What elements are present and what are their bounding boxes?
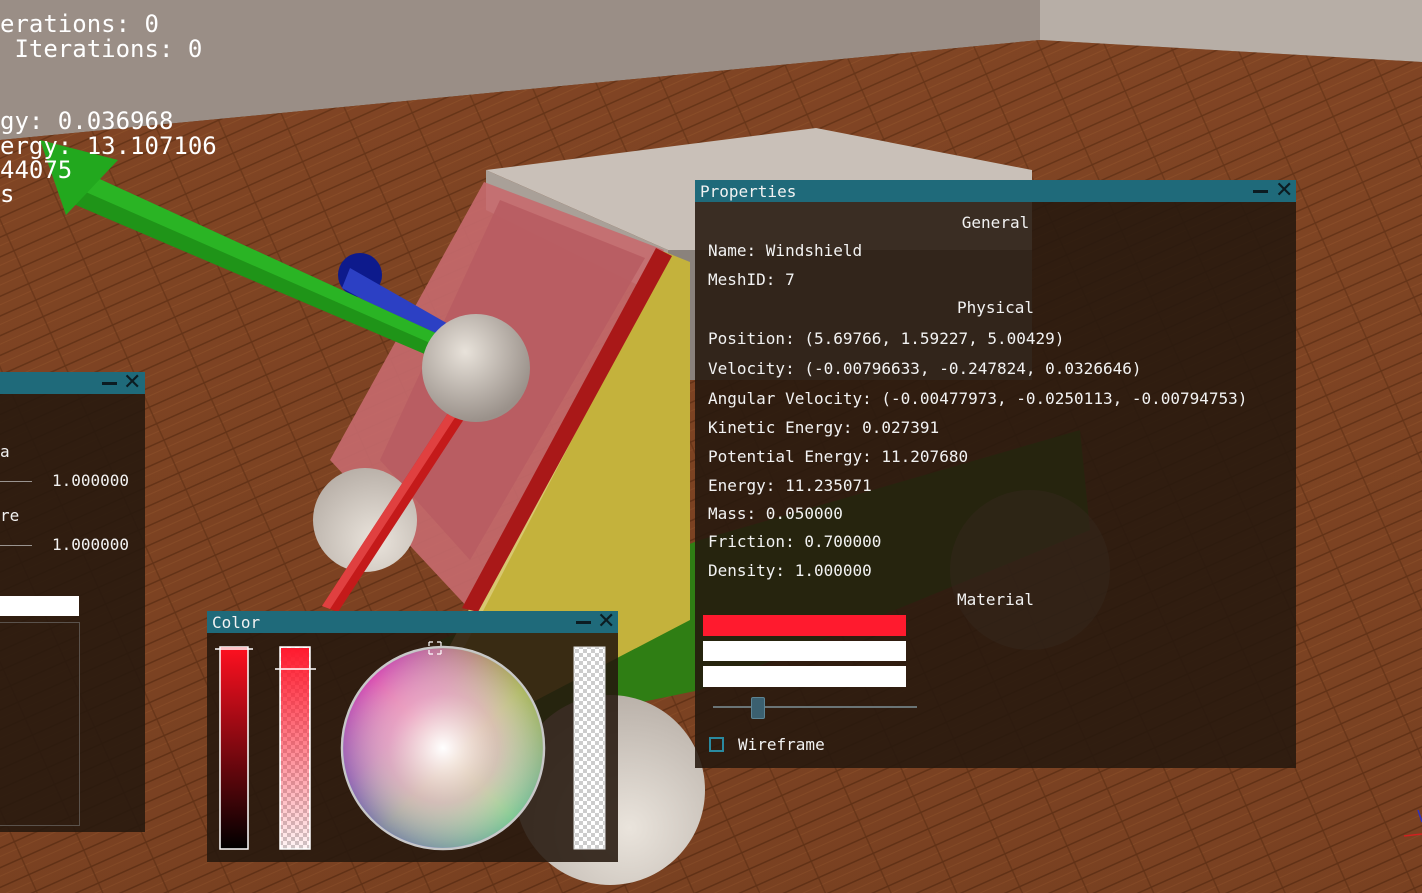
close-icon[interactable]: ✕ (123, 372, 141, 394)
color-window-title: Color (212, 613, 261, 632)
color-wheel[interactable] (340, 645, 546, 851)
left-label-b: re (0, 506, 20, 525)
close-icon[interactable]: ✕ (1275, 180, 1293, 202)
material-slider[interactable] (713, 697, 917, 719)
left-label-a: a (0, 442, 10, 461)
prop-angular-velocity: Angular Velocity: (-0.00477973, -0.02501… (708, 389, 1248, 408)
prop-mass: Mass: 0.050000 (708, 504, 843, 523)
prop-friction: Friction: 0.700000 (708, 532, 882, 551)
section-general: General (961, 213, 1030, 232)
wireframe-checkbox[interactable] (709, 737, 724, 752)
left-value-b: 1.000000 (52, 535, 130, 554)
prop-kinetic-energy: Kinetic Energy: 0.027391 (708, 418, 940, 437)
material-color-ambient[interactable] (703, 666, 906, 687)
axis-gizmo (1403, 809, 1422, 837)
hud-line-fps: s (0, 180, 15, 208)
prop-density: Density: 1.000000 (708, 561, 872, 580)
wireframe-label: Wireframe (738, 735, 825, 754)
material-color-specular[interactable] (703, 641, 906, 661)
material-slider-handle[interactable] (751, 697, 766, 719)
hud-line-sub-iterations: Iterations: 0 (0, 35, 203, 63)
left-slider-b-track[interactable] (0, 545, 32, 546)
hud-line-energy: 44075 (0, 156, 73, 184)
color-window: Color ✕ (207, 611, 618, 862)
section-physical: Physical (956, 298, 1035, 317)
prop-position: Position: (5.69766, 1.59227, 5.00429) (708, 329, 1065, 348)
value-bar[interactable] (219, 646, 249, 850)
prop-potential-energy: Potential Energy: 11.207680 (708, 447, 969, 466)
hud-line-kinetic-energy: gy: 0.036968 (0, 107, 174, 135)
close-icon[interactable]: ✕ (597, 611, 615, 633)
section-material: Material (956, 590, 1035, 609)
left-color-swatch[interactable] (0, 596, 79, 616)
prop-mesh-id: MeshID: 7 (708, 270, 795, 289)
minimize-icon[interactable] (102, 382, 117, 385)
left-panel-window: ✕ a 1.000000 re 1.000000 (0, 372, 145, 832)
left-panel-title-bar[interactable]: ✕ (0, 372, 145, 394)
opacity-bar[interactable] (573, 646, 606, 850)
hud-line-potential-energy: ergy: 13.107106 (0, 132, 217, 160)
hud-line-iterations: erations: 0 (0, 10, 159, 38)
prop-energy: Energy: 11.235071 (708, 476, 872, 495)
properties-title: Properties (700, 182, 797, 201)
prop-name: Name: Windshield (708, 241, 863, 260)
material-color-diffuse[interactable] (703, 615, 906, 636)
minimize-icon[interactable] (576, 621, 591, 624)
left-list-box[interactable] (0, 622, 80, 826)
properties-window: Properties ✕ General Name: Windshield Me… (695, 180, 1296, 768)
hud-stats: erations: 0 Iterations: 0 gy: 0.036968 e… (0, 0, 217, 206)
left-slider-a-track[interactable] (0, 481, 32, 482)
prop-velocity: Velocity: (-0.00796633, -0.247824, 0.032… (708, 359, 1142, 378)
minimize-icon[interactable] (1253, 190, 1268, 193)
color-window-title-bar[interactable]: Color ✕ (207, 611, 618, 633)
left-value-a: 1.000000 (52, 471, 130, 490)
properties-title-bar[interactable]: Properties ✕ (695, 180, 1296, 202)
